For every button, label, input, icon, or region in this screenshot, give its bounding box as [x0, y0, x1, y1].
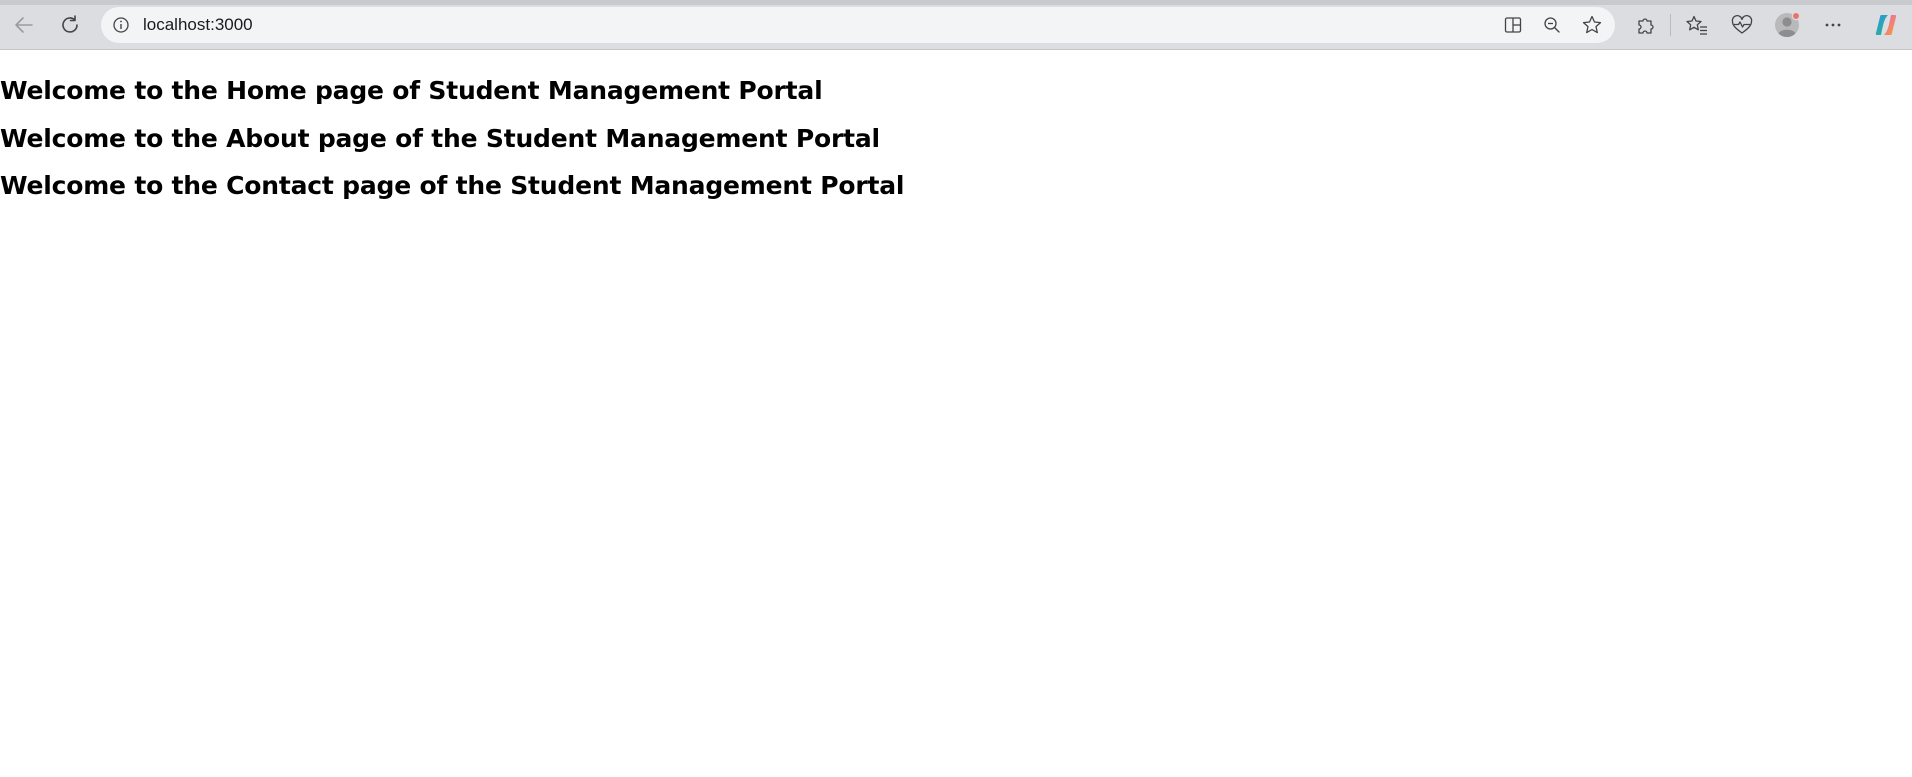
refresh-icon	[62, 15, 78, 33]
info-icon	[113, 17, 129, 33]
browser-toolbar: localhost:3000	[0, 0, 1912, 50]
favorites-list-icon	[1686, 15, 1707, 35]
split-screen-button[interactable]	[1500, 13, 1526, 37]
toolbar-divider	[1670, 14, 1671, 36]
browser-essentials-button[interactable]	[1727, 11, 1757, 39]
heart-pulse-icon	[1731, 15, 1753, 34]
split-screen-icon	[1504, 17, 1522, 33]
back-arrow-icon	[15, 17, 33, 33]
address-bar[interactable]: localhost:3000	[101, 7, 1615, 43]
star-icon	[1582, 15, 1602, 34]
contact-heading: Welcome to the Contact page of the Stude…	[0, 171, 905, 200]
favorite-button[interactable]	[1579, 13, 1605, 37]
puzzle-icon	[1638, 18, 1654, 34]
home-heading: Welcome to the Home page of Student Mana…	[0, 76, 823, 105]
window-frame-edge	[0, 0, 1912, 5]
url-text[interactable]: localhost:3000	[143, 7, 253, 43]
more-dots-icon	[1825, 23, 1841, 27]
favorites-button[interactable]	[1682, 11, 1712, 39]
zoom-out-button[interactable]	[1539, 13, 1565, 37]
zoom-out-icon	[1544, 17, 1560, 33]
copilot-icon	[1875, 15, 1897, 35]
back-button[interactable]	[8, 9, 40, 41]
site-info-button[interactable]	[111, 15, 131, 35]
avatar-icon	[1775, 11, 1801, 38]
about-heading: Welcome to the About page of the Student…	[0, 124, 880, 153]
copilot-button[interactable]	[1871, 11, 1901, 39]
refresh-button[interactable]	[54, 9, 86, 41]
profile-button[interactable]	[1772, 11, 1802, 39]
more-options-button[interactable]	[1818, 11, 1848, 39]
extensions-button[interactable]	[1631, 11, 1661, 39]
